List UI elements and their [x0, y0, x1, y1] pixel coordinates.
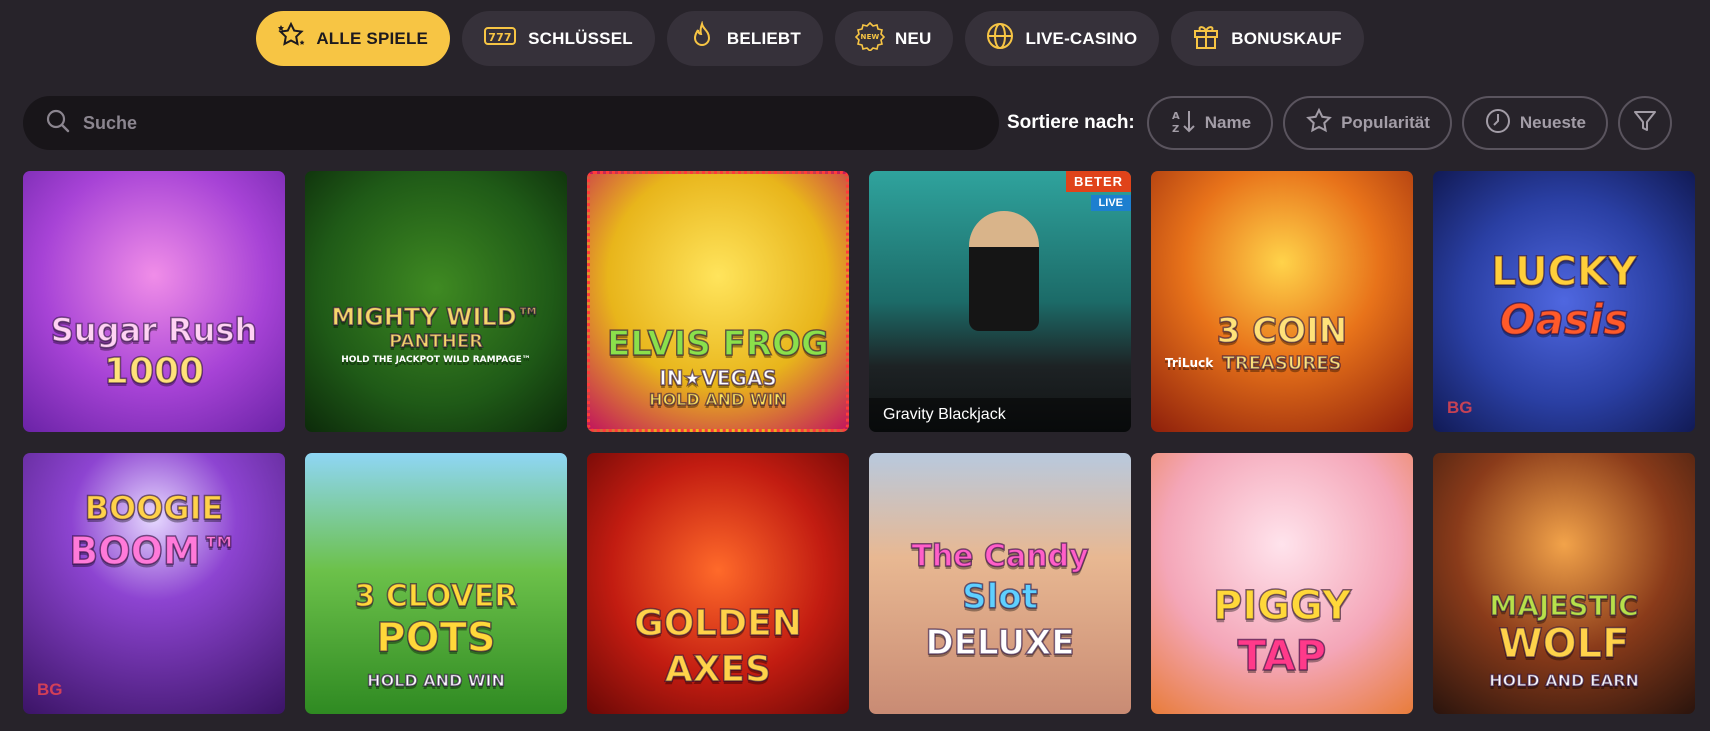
svg-text:Z: Z — [1172, 124, 1179, 135]
game-title: GOLDEN — [633, 602, 802, 645]
sort-newest-button[interactable]: Neueste — [1461, 96, 1609, 150]
game-tile-3-coin-treasures[interactable]: 3 COIN TREASURES TriLuck — [1151, 171, 1413, 432]
tab-bonuskauf[interactable]: BONUSKAUF — [1171, 11, 1364, 66]
game-subtitle: PANTHER — [388, 330, 484, 353]
tab-live-casino[interactable]: LIVE-CASINO — [965, 11, 1160, 66]
category-tabs: ALLE SPIELE 777 SCHLÜSSEL BELIEBT NEW NE… — [0, 11, 1665, 66]
search-bar[interactable] — [23, 96, 999, 150]
game-title: LUCKY — [1490, 248, 1637, 296]
sort-label: Sortiere nach: — [1007, 112, 1135, 133]
filter-button[interactable] — [1618, 96, 1673, 150]
slot-machine-icon: 777 — [482, 21, 518, 56]
tab-label: BELIEBT — [726, 28, 801, 48]
game-title: PIGGY — [1212, 582, 1351, 630]
game-tile-mighty-wild-panther[interactable]: MIGHTY WILD™ PANTHER HOLD THE JACKPOT WI… — [305, 171, 567, 432]
game-tagline: HOLD AND WIN — [366, 670, 505, 691]
game-title: Sugar Rush — [50, 310, 258, 350]
game-tagline: TriLuck — [1165, 356, 1214, 370]
tab-label: LIVE-CASINO — [1025, 28, 1138, 48]
game-title: BOOGIE — [84, 488, 224, 528]
game-subtitle: WOLF — [1498, 620, 1630, 668]
game-title: MAJESTIC — [1489, 588, 1640, 623]
tab-neu[interactable]: NEW NEU — [834, 11, 954, 66]
game-tile-sugar-rush[interactable]: Sugar Rush 1000 — [23, 171, 285, 432]
tab-schluessel[interactable]: 777 SCHLÜSSEL — [462, 11, 655, 66]
game-tagline: HOLD AND EARN — [1488, 670, 1639, 691]
filter-icon — [1631, 107, 1659, 140]
game-tagline: HOLD THE JACKPOT WILD RAMPAGE™ — [341, 355, 531, 365]
game-subtitle: POTS — [376, 614, 497, 662]
star-icon — [1305, 107, 1333, 140]
flame-icon — [687, 20, 717, 56]
tab-label: NEU — [894, 28, 932, 48]
game-tagline: HOLD AND WIN — [648, 389, 787, 410]
search-input[interactable] — [81, 111, 965, 135]
game-subtitle: IN★VEGAS — [658, 365, 777, 391]
globe-icon — [985, 21, 1015, 56]
tab-label: ALLE SPIELE — [316, 28, 429, 48]
game-title: ELVIS FROG — [606, 323, 829, 365]
sort-popularity-label: Popularität — [1341, 113, 1430, 132]
clock-icon — [1484, 107, 1512, 140]
sort-popularity-button[interactable]: Popularität — [1283, 96, 1452, 150]
sort-newest-label: Neueste — [1519, 113, 1587, 132]
game-subtitle: TAP — [1237, 630, 1327, 681]
game-tile-candy-slot-deluxe[interactable]: The Candy Slot DELUXE — [869, 453, 1131, 714]
game-tile-elvis-frog[interactable]: ELVIS FROG IN★VEGAS HOLD AND WIN — [587, 171, 849, 432]
svg-text:NEW: NEW — [861, 33, 880, 41]
game-subtitle: Oasis — [1499, 294, 1629, 345]
game-tile-lucky-oasis[interactable]: LUCKY Oasis BG — [1433, 171, 1695, 432]
game-title: 3 CLOVER — [354, 578, 518, 615]
game-tile-boogie-boom[interactable]: BOOGIE BOOM™ BG — [23, 453, 285, 714]
sort-name-label: Name — [1204, 113, 1252, 132]
tab-beliebt[interactable]: BELIEBT — [666, 11, 823, 66]
toolbar: Sortiere nach: AZ Name Popularität Neues… — [23, 96, 1710, 150]
new-badge-icon: NEW — [854, 21, 886, 56]
game-subtitle: Slot — [961, 576, 1038, 618]
game-tagline: DELUXE — [925, 622, 1075, 664]
sort-az-icon: AZ — [1169, 107, 1197, 140]
game-title: 3 COIN — [1216, 310, 1348, 352]
svg-text:777: 777 — [488, 31, 512, 44]
game-tile-majestic-wolf[interactable]: MAJESTIC WOLF HOLD AND EARN — [1433, 453, 1695, 714]
svg-text:A: A — [1172, 111, 1180, 122]
search-icon — [45, 108, 71, 139]
game-subtitle: 1000 — [103, 350, 205, 393]
sort-name-button[interactable]: AZ Name — [1146, 96, 1274, 150]
game-tile-gravity-blackjack[interactable]: BETER LIVE Gravity Blackjack — [869, 171, 1131, 432]
dealer-figure — [969, 211, 1039, 331]
game-tile-piggy-tap[interactable]: PIGGY TAP — [1151, 453, 1413, 714]
game-tile-3-clover-pots[interactable]: 3 CLOVER POTS HOLD AND WIN — [305, 453, 567, 714]
game-title: The Candy — [911, 538, 1090, 575]
stars-icon — [276, 21, 306, 56]
provider-logo: BG — [37, 680, 63, 699]
gift-icon — [1191, 21, 1221, 56]
game-subtitle: AXES — [664, 648, 772, 691]
game-caption: Gravity Blackjack — [869, 398, 1131, 432]
tab-label: BONUSKAUF — [1231, 28, 1342, 48]
live-badge: LIVE — [1090, 195, 1131, 211]
tab-alle-spiele[interactable]: ALLE SPIELE — [256, 11, 451, 66]
provider-logo: BG — [1447, 398, 1473, 417]
provider-badge: BETER — [1065, 171, 1131, 192]
tab-label: SCHLÜSSEL — [528, 28, 633, 48]
game-title: MIGHTY WILD™ — [331, 302, 542, 332]
game-tile-golden-axes[interactable]: GOLDEN AXES — [587, 453, 849, 714]
game-subtitle: BOOM™ — [69, 528, 240, 574]
